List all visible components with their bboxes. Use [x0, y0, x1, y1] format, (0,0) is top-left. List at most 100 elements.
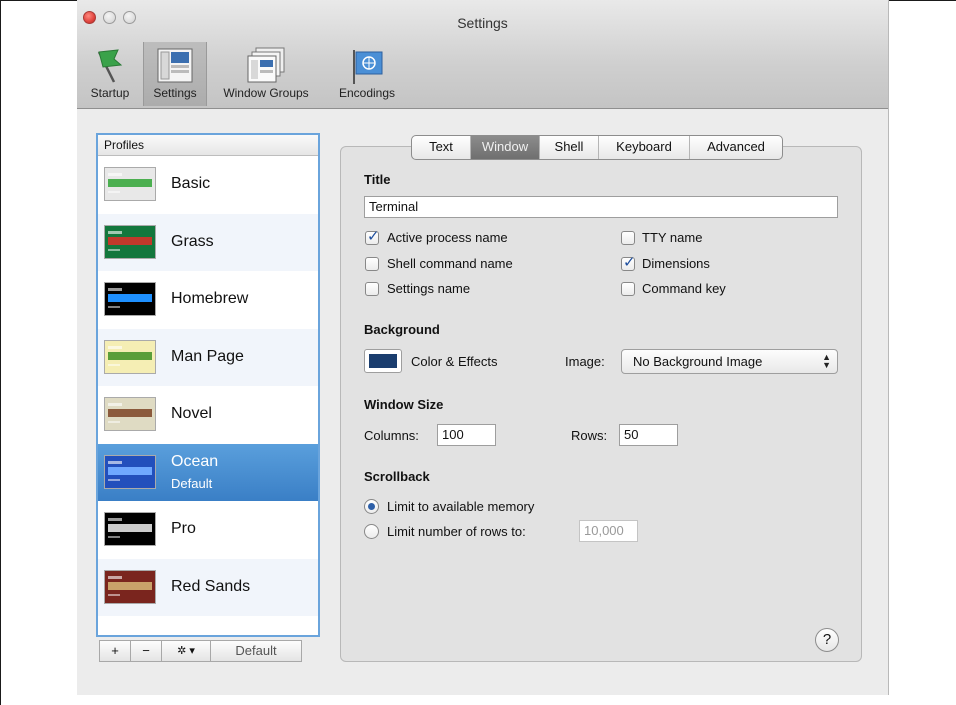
shell-command-name-checkbox[interactable]	[365, 257, 379, 271]
profiles-list[interactable]: Profiles Basic Grass Homebrew Man Page Novel…	[96, 133, 320, 637]
profile-row[interactable]: Homebrew	[98, 271, 318, 329]
thumbnail-text-line	[108, 306, 120, 308]
toolbar-settings[interactable]: Settings	[143, 42, 207, 106]
profile-name: Basic	[171, 175, 211, 192]
thumbnail-text-line	[108, 248, 120, 251]
background-heading: Background	[364, 322, 440, 337]
settings-window-icon	[156, 46, 194, 89]
tab-window[interactable]: Window	[471, 136, 540, 159]
image-label: Image:	[565, 354, 605, 369]
thumbnail-text-line	[108, 478, 120, 481]
toolbar-label: Startup	[90, 86, 130, 100]
scrollback-heading: Scrollback	[364, 469, 430, 484]
profiles-toolbar: + − ✲ ▾ Default	[99, 640, 302, 662]
thumbnail-accent-block	[108, 466, 152, 475]
background-image-select[interactable]: No Background Image ▲ ▼	[621, 349, 838, 374]
thumbnail-accent-block	[108, 179, 152, 187]
help-button[interactable]: ?	[815, 628, 839, 652]
thumbnail-text-line	[108, 575, 122, 579]
columns-input[interactable]: 100	[437, 424, 496, 446]
toolbar-label: Encodings	[338, 86, 396, 100]
toolbar-label: Settings	[153, 86, 197, 100]
radio-selected-dot	[368, 503, 375, 510]
profile-row[interactable]: Ocean Default	[98, 443, 318, 501]
add-profile-button[interactable]: +	[100, 641, 131, 661]
remove-profile-button[interactable]: −	[131, 641, 162, 661]
thumbnail-text-line	[108, 421, 120, 423]
window-size-heading: Window Size	[364, 397, 444, 412]
profile-row[interactable]: Novel	[98, 386, 318, 444]
thumbnail-text-line	[108, 460, 122, 464]
command-key-checkbox[interactable]	[621, 282, 635, 296]
set-default-button[interactable]: Default	[211, 641, 301, 661]
title-input[interactable]: Terminal	[364, 196, 838, 218]
tab-shell[interactable]: Shell	[540, 136, 599, 159]
tty-name-label: TTY name	[642, 230, 703, 245]
rows-input[interactable]: 50	[619, 424, 678, 446]
thumbnail-accent-block	[108, 409, 152, 417]
thumbnail-accent-block	[108, 236, 152, 245]
startup-flag-icon	[90, 46, 130, 89]
profiles-header: Profiles	[98, 135, 318, 156]
thumbnail-text-line	[108, 403, 122, 406]
tab-keyboard[interactable]: Keyboard	[599, 136, 690, 159]
settings-name-label: Settings name	[387, 281, 471, 296]
select-arrows-icon: ▲ ▼	[822, 352, 831, 370]
shell-command-name-label: Shell command name	[387, 256, 513, 271]
title-bar: Settings Startup Settings Window Groups …	[77, 0, 888, 109]
profile-actions-gear-button[interactable]: ✲ ▾	[162, 641, 211, 661]
encodings-globe-flag-icon	[347, 46, 387, 89]
profile-thumbnail	[104, 167, 156, 201]
screenshot-border-left	[0, 0, 1, 705]
profile-name: Ocean	[171, 452, 219, 470]
profile-default-badge: Default	[171, 475, 213, 491]
limit-memory-radio[interactable]	[364, 499, 379, 514]
color-swatch	[369, 354, 397, 368]
columns-label: Columns:	[364, 428, 419, 443]
profile-name: Homebrew	[171, 290, 249, 307]
window-groups-icon	[244, 46, 288, 89]
thumbnail-text-line	[108, 230, 122, 234]
toolbar-window-groups[interactable]: Window Groups	[207, 42, 325, 106]
settings-name-checkbox[interactable]	[365, 282, 379, 296]
thumbnail-text-line	[108, 173, 122, 176]
thumbnail-text-line	[108, 191, 120, 193]
command-key-label: Command key	[642, 281, 726, 296]
toolbar-encodings[interactable]: Encodings	[325, 42, 409, 106]
toolbar-startup[interactable]: Startup	[77, 42, 143, 106]
profile-name: Pro	[171, 520, 196, 537]
checkmark-icon: ✓	[623, 254, 636, 271]
tab-advanced[interactable]: Advanced	[690, 136, 782, 159]
color-effects-label: Color & Effects	[411, 354, 498, 369]
tty-name-checkbox[interactable]	[621, 231, 635, 245]
checkmark-icon: ✓	[367, 228, 380, 245]
toolbar-label: Window Groups	[223, 86, 309, 100]
profile-row[interactable]: Red Sands	[98, 558, 318, 616]
profile-thumbnail	[104, 224, 156, 259]
profile-row[interactable]: Man Page	[98, 328, 318, 386]
profile-row[interactable]: Pro	[98, 501, 318, 559]
profile-name: Red Sands	[171, 577, 251, 595]
profile-row[interactable]: Basic	[98, 156, 318, 214]
thumbnail-accent-block	[108, 524, 152, 532]
rows-label: Rows:	[571, 428, 608, 443]
dimensions-checkbox[interactable]: ✓	[621, 254, 636, 271]
active-process-name-checkbox[interactable]: ✓	[365, 228, 380, 245]
active-process-name-label: Active process name	[387, 230, 508, 245]
thumbnail-accent-block	[108, 351, 152, 360]
limit-memory-label: Limit to available memory	[387, 499, 535, 514]
thumbnail-text-line	[108, 593, 120, 596]
thumbnail-text-line	[108, 345, 122, 349]
title-heading: Title	[364, 172, 391, 187]
profile-thumbnail	[104, 512, 156, 546]
tab-text[interactable]: Text	[412, 136, 471, 159]
profile-name: Man Page	[171, 347, 244, 365]
profile-thumbnail	[104, 282, 156, 316]
profile-name: Novel	[171, 405, 212, 422]
limit-rows-input[interactable]: 10,000	[579, 520, 638, 542]
thumbnail-text-line	[108, 536, 120, 538]
thumbnail-accent-block	[108, 294, 152, 302]
background-color-well[interactable]	[364, 349, 402, 373]
limit-rows-radio[interactable]	[364, 524, 379, 539]
profile-row[interactable]: Grass	[98, 213, 318, 271]
